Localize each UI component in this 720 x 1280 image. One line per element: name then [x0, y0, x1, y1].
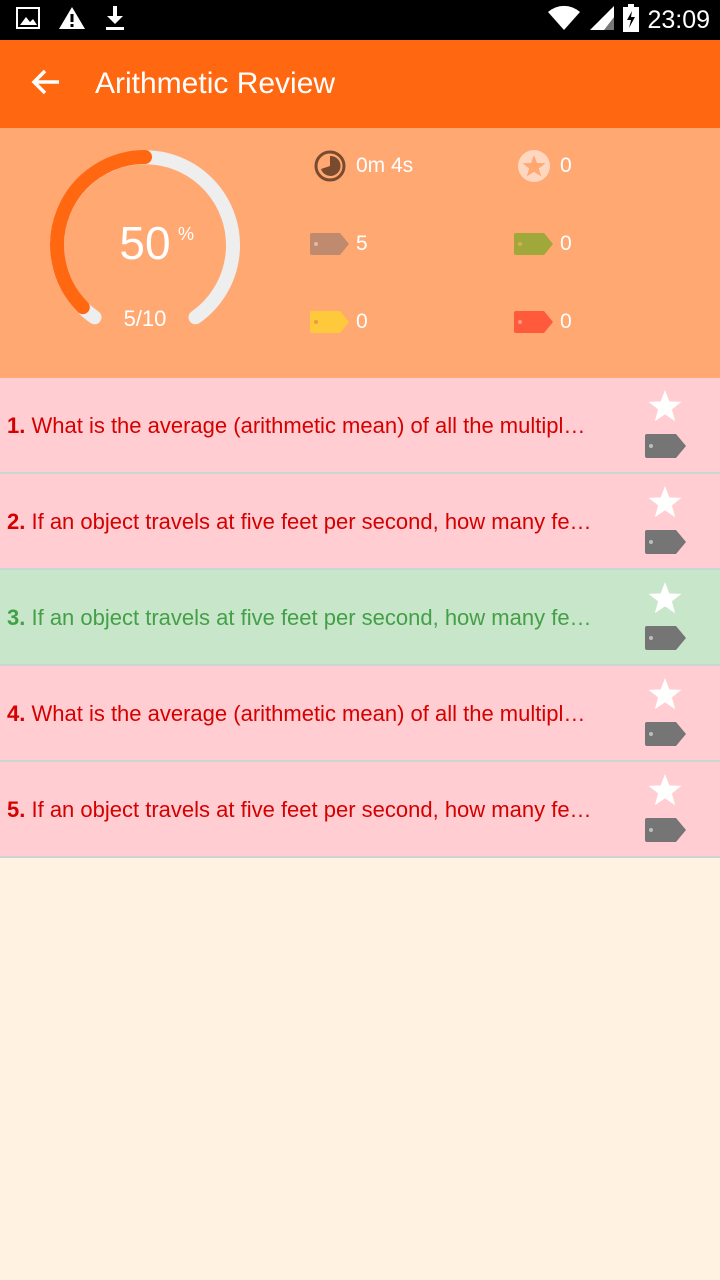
- tag-green-icon: [514, 224, 554, 264]
- question-text[interactable]: 5. If an object travels at five feet per…: [7, 762, 619, 856]
- starred-count: 0: [560, 154, 572, 177]
- warning-icon: [58, 6, 86, 35]
- tag-green-count: 0: [560, 232, 572, 255]
- tag-yellow-icon: [310, 302, 350, 342]
- battery-icon: [623, 3, 640, 37]
- time-spent: 0m 4s: [356, 154, 414, 177]
- question-label: If an object travels at five feet per se…: [31, 605, 592, 630]
- score-percent: 50: [119, 217, 171, 269]
- tag-icon[interactable]: [645, 434, 687, 458]
- stat-tag-yellow: 0: [310, 302, 368, 342]
- question-list: 1. What is the average (arithmetic mean)…: [0, 378, 720, 858]
- question-text[interactable]: 1. What is the average (arithmetic mean)…: [7, 378, 619, 472]
- question-number: 4.: [7, 701, 26, 726]
- status-time: 23:09: [647, 5, 710, 34]
- tag-red-count: 0: [560, 310, 572, 333]
- question-number: 3.: [7, 605, 26, 630]
- question-number: 1.: [7, 413, 26, 438]
- stat-starred: 0: [514, 146, 572, 186]
- question-label: If an object travels at five feet per se…: [31, 797, 592, 822]
- timer-icon: [310, 146, 350, 186]
- tag-icon[interactable]: [645, 626, 687, 650]
- question-number: 5.: [7, 797, 26, 822]
- star-icon[interactable]: [646, 772, 684, 810]
- signal-icon: [589, 5, 615, 36]
- percent-sign: %: [178, 224, 195, 244]
- star-icon[interactable]: [646, 484, 684, 522]
- download-icon: [104, 5, 126, 36]
- score-fraction: 5/10: [123, 306, 167, 331]
- list-item[interactable]: 1. What is the average (arithmetic mean)…: [0, 378, 720, 474]
- question-label: What is the average (arithmetic mean) of…: [31, 701, 586, 726]
- list-item[interactable]: 2. If an object travels at five feet per…: [0, 474, 720, 570]
- status-system: 23:09: [547, 3, 710, 37]
- question-text[interactable]: 3. If an object travels at five feet per…: [7, 570, 619, 664]
- tag-yellow-count: 0: [356, 310, 368, 333]
- app-bar: Arithmetic Review: [0, 40, 720, 128]
- status-bar: 23:09: [0, 0, 720, 40]
- image-icon: [16, 6, 40, 34]
- starred-icon: [514, 146, 554, 186]
- page-title: Arithmetic Review: [95, 67, 336, 100]
- tag-red-icon: [514, 302, 554, 342]
- tag-icon[interactable]: [645, 530, 687, 554]
- stat-tag-green: 0: [514, 224, 572, 264]
- review-summary: 50 % 5/10 0m 4s 0 5 0 0 0: [0, 128, 720, 378]
- tag-brown-icon: [310, 224, 350, 264]
- list-item[interactable]: 3. If an object travels at five feet per…: [0, 570, 720, 666]
- list-item[interactable]: 5. If an object travels at five feet per…: [0, 762, 720, 858]
- tag-brown-count: 5: [356, 232, 368, 255]
- back-button[interactable]: [22, 60, 70, 108]
- question-text[interactable]: 2. If an object travels at five feet per…: [7, 474, 619, 568]
- stat-time: 0m 4s: [310, 146, 413, 186]
- wifi-icon: [547, 5, 581, 36]
- star-icon[interactable]: [646, 676, 684, 714]
- list-item[interactable]: 4. What is the average (arithmetic mean)…: [0, 666, 720, 762]
- question-label: What is the average (arithmetic mean) of…: [31, 413, 586, 438]
- stat-tag-brown: 5: [310, 224, 368, 264]
- star-icon[interactable]: [646, 388, 684, 426]
- arrow-left-icon: [31, 69, 61, 100]
- tag-icon[interactable]: [645, 818, 687, 842]
- tag-icon[interactable]: [645, 722, 687, 746]
- question-number: 2.: [7, 509, 26, 534]
- stat-tag-red: 0: [514, 302, 572, 342]
- star-icon[interactable]: [646, 580, 684, 618]
- question-label: If an object travels at five feet per se…: [31, 509, 592, 534]
- status-notifications: [16, 5, 126, 36]
- question-text[interactable]: 4. What is the average (arithmetic mean)…: [7, 666, 619, 760]
